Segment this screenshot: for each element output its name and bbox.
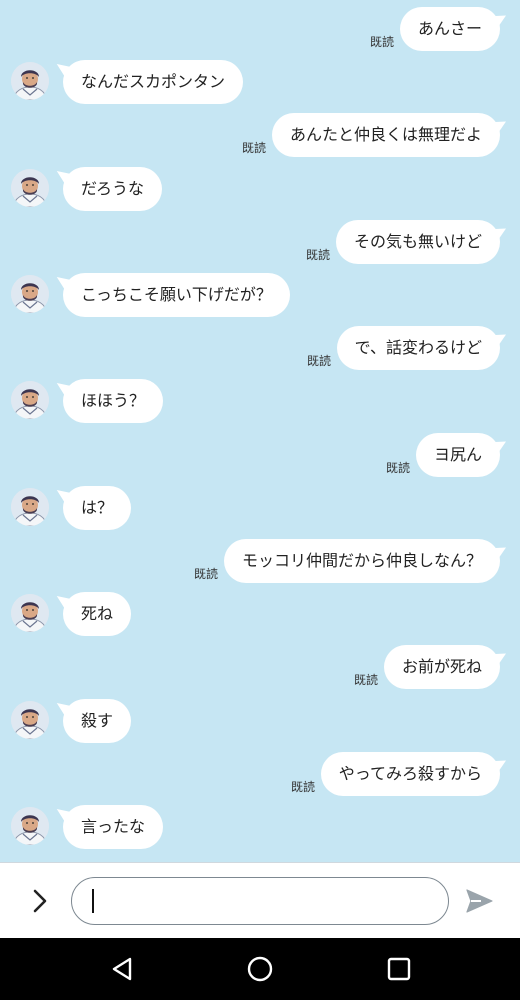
message-bubble[interactable]: やってみろ殺すから: [320, 751, 500, 796]
sent-message: やってみろ殺すから 既読: [0, 751, 520, 796]
message-bubble[interactable]: 殺す: [63, 698, 132, 743]
message-bubble[interactable]: なんだスカポンタン: [63, 60, 244, 105]
sent-message: あんたと仲良くは無理だよ 既読: [0, 113, 520, 158]
message-composer: [0, 862, 520, 939]
received-message: 言ったな: [0, 805, 520, 849]
message-bubble[interactable]: ヨ尻ん: [415, 432, 500, 477]
received-message: は？: [0, 485, 520, 530]
message-bubble[interactable]: 死ね: [63, 592, 132, 637]
received-message: ほほう？: [0, 379, 520, 424]
avatar[interactable]: [11, 594, 49, 633]
message-bubble[interactable]: お前が死ね: [383, 645, 500, 690]
message-bubble[interactable]: ほほう？: [63, 379, 164, 424]
message-bubble[interactable]: モッコリ仲間だから仲良しなん？: [223, 539, 500, 583]
sent-message: お前が死ね 既読: [0, 645, 520, 690]
avatar[interactable]: [11, 700, 49, 739]
received-message: こっちこそ願い下げだが？: [0, 273, 520, 317]
message-bubble[interactable]: で、話変わるけど: [336, 326, 500, 371]
received-message: だろうな: [0, 166, 520, 211]
message-bubble[interactable]: あんたと仲良くは無理だよ: [271, 113, 500, 158]
read-receipt: 既読: [353, 673, 378, 688]
text-caret: [92, 889, 94, 913]
read-receipt: 既読: [241, 141, 266, 156]
avatar[interactable]: [11, 807, 49, 845]
chevron-right-icon[interactable]: [26, 887, 54, 915]
send-icon[interactable]: [464, 887, 494, 915]
avatar[interactable]: [11, 168, 49, 207]
read-receipt: 既読: [290, 779, 315, 794]
message-input[interactable]: [71, 877, 449, 925]
received-message: 死ね: [0, 592, 520, 637]
message-bubble[interactable]: あんさー: [399, 7, 500, 51]
avatar[interactable]: [11, 381, 49, 420]
android-navigation-bar: [0, 938, 520, 1000]
received-message: なんだスカポンタン: [0, 60, 520, 105]
chat-thread[interactable]: あんさー 既読 なんだスカポンタン あんたと仲良くは無理だよ 既読 だろうな その気も無いけ…: [0, 0, 520, 860]
home-circle-icon[interactable]: [246, 955, 274, 983]
sent-message: ヨ尻ん 既読: [0, 432, 520, 477]
sent-message: で、話変わるけど 既読: [0, 326, 520, 371]
read-receipt: 既読: [305, 247, 330, 262]
message-bubble[interactable]: だろうな: [63, 166, 163, 211]
sent-message: あんさー 既読: [0, 7, 520, 51]
message-bubble[interactable]: その気も無いけど: [335, 219, 500, 264]
sent-message: その気も無いけど 既読: [0, 219, 520, 264]
received-message: 殺す: [0, 698, 520, 743]
recents-square-icon[interactable]: [385, 955, 413, 983]
message-bubble[interactable]: こっちこそ願い下げだが？: [63, 273, 290, 317]
message-bubble[interactable]: 言ったな: [63, 805, 164, 849]
read-receipt: 既読: [385, 460, 410, 475]
avatar[interactable]: [11, 275, 49, 313]
read-receipt: 既読: [306, 354, 331, 369]
read-receipt: 既読: [369, 35, 394, 49]
avatar[interactable]: [11, 62, 49, 101]
message-bubble[interactable]: は？: [63, 485, 132, 530]
read-receipt: 既読: [193, 567, 218, 581]
avatar[interactable]: [11, 487, 49, 526]
sent-message: モッコリ仲間だから仲良しなん？ 既読: [0, 539, 520, 583]
back-triangle-icon[interactable]: [108, 955, 136, 983]
